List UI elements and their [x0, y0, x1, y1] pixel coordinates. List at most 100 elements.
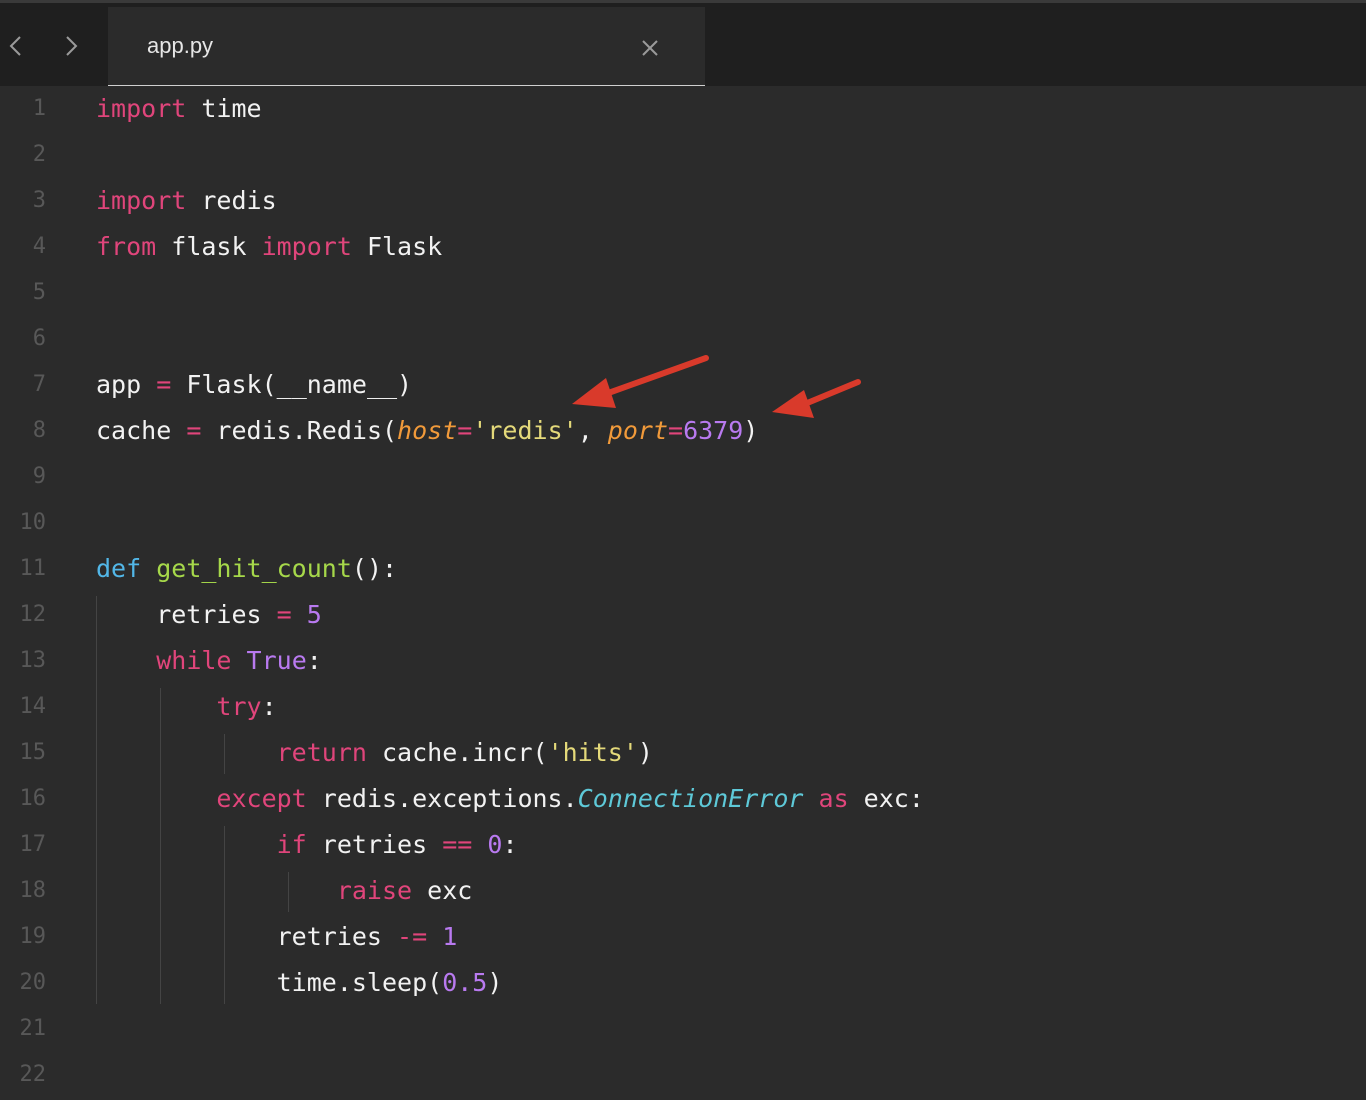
keyword: raise [336, 876, 413, 905]
tab-title: app.py [147, 33, 214, 58]
operator: = [668, 416, 684, 445]
code-token: (): [351, 554, 398, 583]
code-token: retries [96, 600, 277, 629]
code-token: retries [96, 922, 398, 951]
code-line: 12 retries = 5 [0, 592, 1366, 638]
code-text: try: [96, 684, 276, 730]
code-text: app = Flask(__name__) [96, 362, 412, 408]
line-number: 14 [19, 694, 47, 719]
code-line: 18 raise exc [0, 868, 1366, 914]
code-token: ) [743, 416, 759, 445]
number-literal: 5 [306, 600, 322, 629]
tab-close-button[interactable] [638, 36, 662, 60]
code-token: redis.Redis( [201, 416, 398, 445]
line-number: 5 [32, 280, 46, 305]
line-number: 3 [32, 188, 46, 213]
chevron-right-icon [66, 36, 78, 56]
code-token: : [306, 646, 322, 675]
number-literal: 1 [442, 922, 458, 951]
code-token: exc: [848, 784, 924, 813]
keyword: import [96, 94, 187, 123]
line-number: 22 [19, 1062, 47, 1087]
code-line: 9 [0, 454, 1366, 500]
parameter: host [397, 416, 458, 445]
tab-bar: app.py [0, 0, 1366, 87]
code-text: retries = 5 [96, 592, 322, 638]
tab-app-py[interactable]: app.py [108, 7, 705, 87]
line-number: 12 [19, 602, 47, 627]
line-number: 11 [19, 556, 47, 581]
code-token: retries [306, 830, 443, 859]
code-line: 14 try: [0, 684, 1366, 730]
keyword: from [96, 232, 157, 261]
code-text: import redis [96, 178, 277, 224]
code-line: 16 except redis.exceptions.ConnectionErr… [0, 776, 1366, 822]
code-token: time [186, 94, 262, 123]
code-token: flask [156, 232, 262, 261]
code-line: 19 retries -= 1 [0, 914, 1366, 960]
line-number: 15 [19, 740, 47, 765]
code-text: raise exc [96, 868, 472, 914]
function-name: get_hit_count [156, 554, 352, 583]
code-text: from flask import Flask [96, 224, 442, 270]
code-token: : [502, 830, 518, 859]
code-token: cache.incr( [366, 738, 548, 767]
code-text: except redis.exceptions.ConnectionError … [96, 776, 924, 822]
code-text: def get_hit_count(): [96, 546, 397, 592]
line-number: 18 [19, 878, 47, 903]
keyword: import [96, 186, 187, 215]
code-line: 11 def get_hit_count(): [0, 546, 1366, 592]
code-line: 5 [0, 270, 1366, 316]
code-line: 20 time.sleep(0.5) [0, 960, 1366, 1006]
keyword: return [276, 738, 367, 767]
line-number: 7 [32, 372, 46, 397]
line-number: 19 [19, 924, 47, 949]
number-literal: 0 [487, 830, 503, 859]
line-number: 6 [32, 326, 46, 351]
close-icon [642, 40, 658, 56]
class-name: ConnectionError [577, 784, 804, 813]
keyword: if [276, 830, 307, 859]
operator: = [186, 416, 202, 445]
keyword: import [261, 232, 352, 261]
code-line: 7 app = Flask(__name__) [0, 362, 1366, 408]
line-number: 9 [32, 464, 46, 489]
code-token: Flask(__name__) [171, 370, 413, 399]
line-number: 10 [19, 510, 47, 535]
chevron-left-icon [9, 36, 21, 56]
code-line: 8 cache = redis.Redis(host='redis', port… [0, 408, 1366, 454]
keyword: try [216, 692, 262, 721]
code-token: time.sleep( [96, 968, 443, 997]
back-button[interactable] [2, 31, 30, 61]
line-number: 17 [19, 832, 47, 857]
keyword: as [818, 784, 849, 813]
code-line: 15 return cache.incr('hits') [0, 730, 1366, 776]
code-token: ) [637, 738, 653, 767]
string-literal: 'hits' [547, 738, 638, 767]
line-number: 1 [32, 96, 46, 121]
line-number: 2 [32, 142, 46, 167]
string-literal: 'redis' [472, 416, 578, 445]
line-number: 4 [32, 234, 46, 259]
code-token: redis [186, 186, 277, 215]
number-literal: 0.5 [442, 968, 488, 997]
number-literal: 6379 [683, 416, 744, 445]
line-number: 13 [19, 648, 47, 673]
code-line: 17 if retries == 0: [0, 822, 1366, 868]
code-token: Flask [351, 232, 443, 261]
line-number: 8 [32, 418, 46, 443]
code-editor[interactable]: 1 import time 2 3 import redis 4 from fl… [0, 86, 1366, 1100]
code-line: 3 import redis [0, 178, 1366, 224]
operator: == [442, 830, 473, 859]
code-text: cache = redis.Redis(host='redis', port=6… [96, 408, 758, 454]
code-token: , [577, 416, 608, 445]
parameter: port [607, 416, 669, 445]
forward-button[interactable] [57, 31, 85, 61]
code-line: 2 [0, 132, 1366, 178]
